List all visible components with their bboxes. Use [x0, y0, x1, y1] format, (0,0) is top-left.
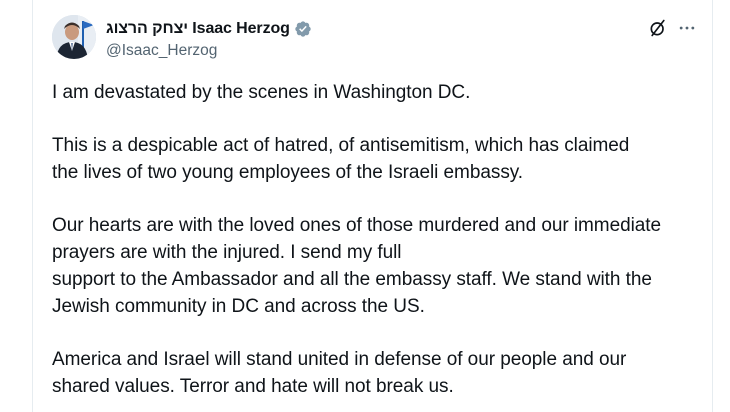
tweet-line: Our hearts are with the loved ones of th… [52, 215, 662, 236]
author-names: יצחק הרצוג Isaac Herzog @Isaac_Herzog [106, 19, 312, 61]
verified-badge-icon[interactable] [294, 20, 312, 38]
avatar[interactable] [52, 15, 96, 59]
tweet-card: יצחק הרצוג Isaac Herzog @Isaac_Herzog I … [32, 0, 713, 412]
tweet-line: the lives of two young employees of the … [52, 162, 524, 183]
tweet-line: Jewish community in DC and across the US… [52, 296, 425, 317]
header-actions [648, 17, 698, 39]
more-icon[interactable] [676, 17, 698, 39]
tweet-line: I am devastated by the scenes in Washing… [52, 82, 471, 103]
grok-icon[interactable] [648, 18, 668, 38]
tweet-line: prayers are with the injured. I send my … [52, 242, 402, 263]
display-name[interactable]: יצחק הרצוג Isaac Herzog [106, 20, 290, 38]
avatar-photo [52, 15, 96, 59]
tweet-line: shared values. Terror and hate will not … [52, 376, 454, 397]
tweet-text: I am devastated by the scenes in Washing… [52, 79, 702, 400]
display-name-row[interactable]: יצחק הרצוג Isaac Herzog [106, 19, 312, 39]
tweet-line: This is a despicable act of hatred, of a… [52, 135, 630, 156]
tweet-header: יצחק הרצוג Isaac Herzog @Isaac_Herzog [52, 11, 698, 61]
tweet-line: America and Israel will stand united in … [52, 349, 627, 370]
tweet-line: support to the Ambassador and all the em… [52, 269, 652, 290]
author-handle[interactable]: @Isaac_Herzog [106, 41, 312, 61]
